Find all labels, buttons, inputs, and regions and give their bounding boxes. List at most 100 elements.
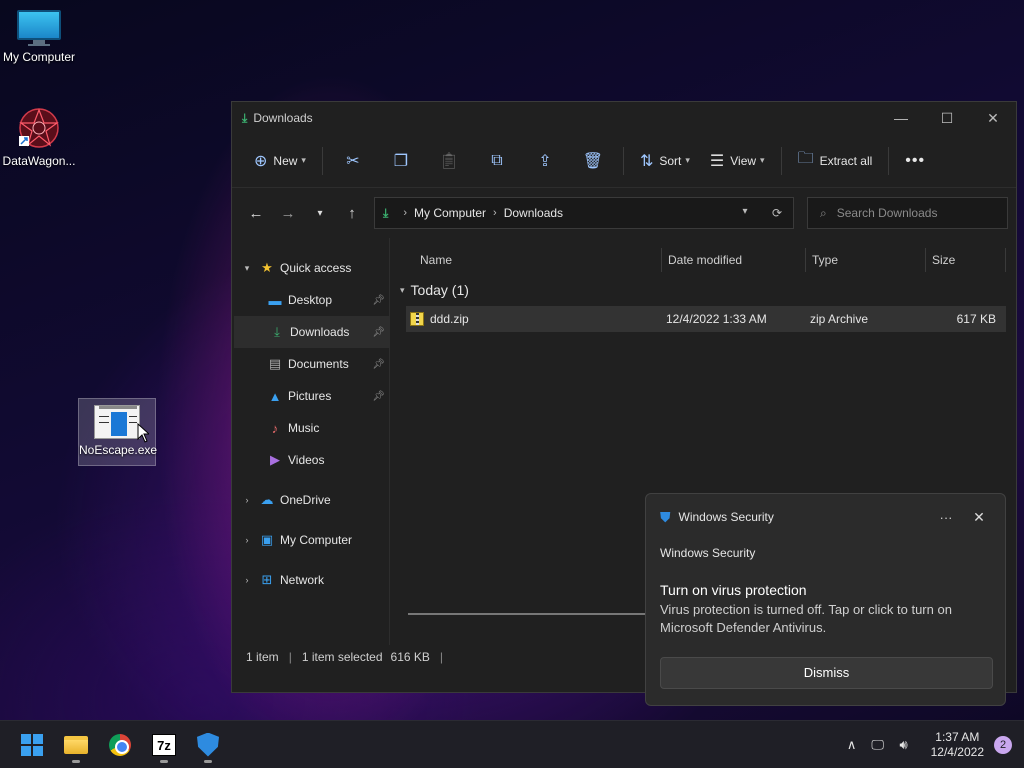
extract-folder-icon: 🗀 [797,150,814,167]
desktop-folder-icon: ▬ [268,292,282,308]
extract-all-button[interactable]: 🗀 Extract all [788,144,883,178]
chevron-up-icon[interactable]: ∧ [839,737,865,753]
address-bar[interactable]: ⤓ › My Computer › Downloads ▾ ⟳ [374,197,794,229]
nav-label: Documents [288,357,349,371]
minimize-button[interactable]: — [878,110,924,127]
chrome-icon [109,733,131,756]
clock-time: 1:37 AM [935,729,980,744]
network-icon[interactable]: 🖵︎ [865,737,891,753]
file-name: ddd.zip [430,312,469,326]
sort-button[interactable]: ⇅ Sort ▾ [630,144,700,178]
column-header-date[interactable]: Date modified [662,248,806,272]
copy-icon: ❐ [393,152,409,170]
nav-network[interactable]: › ⊞ Network [232,564,389,596]
nav-label: OneDrive [280,493,331,507]
shield-icon: ⛊ [660,508,671,525]
nav-label: My Computer [280,533,353,547]
up-button[interactable]: ↑ [336,205,368,222]
chevron-down-icon: ▾ [301,155,306,165]
close-button[interactable]: ✕ [970,110,1016,127]
windows-security-notification[interactable]: ⛊ Windows Security ··· ✕ Windows Securit… [645,493,1006,706]
mouse-cursor-icon [137,422,151,446]
column-header-size[interactable]: Size [926,248,1006,272]
search-input[interactable]: ⌕ Search Downloads [807,197,1008,229]
toast-more-button[interactable]: ··· [931,510,961,525]
chevron-down-icon: ▾ [685,155,690,165]
nav-music[interactable]: ♪ Music [232,412,389,444]
pin-icon: 📌︎ [372,390,385,402]
group-label: Today (1) [410,282,469,298]
chevron-right-icon[interactable]: › [236,535,258,545]
navigation-pane: ▾ ★ Quick access ▬ Desktop 📌︎ ⤓ Download… [232,238,390,645]
dismiss-button[interactable]: Dismiss [660,657,993,689]
view-button[interactable]: ☰ View ▾ [700,144,775,178]
star-icon: ★ [261,260,273,275]
nav-label: Music [288,421,320,435]
chevron-down-icon[interactable]: ▾ [236,263,258,274]
clock-date: 12/4/2022 [930,744,984,759]
paste-button[interactable]: 📋︎ [425,144,473,178]
group-header-today[interactable]: ▾ Today (1) [390,278,1016,302]
taskbar-chrome[interactable] [98,725,142,765]
new-button[interactable]: ⊕ New ▾ [244,144,316,178]
nav-label: Pictures [288,389,332,403]
desktop-icon-label: My Computer [2,50,76,64]
search-icon: ⌕ [820,205,827,220]
nav-pictures[interactable]: ▲ Pictures 📌︎ [232,380,389,412]
view-list-icon: ☰ [709,152,725,170]
back-button[interactable]: ← [240,205,272,222]
nav-downloads[interactable]: ⤓ Downloads 📌︎ [234,316,389,348]
nav-videos[interactable]: ▶ Videos [232,444,389,476]
start-button[interactable] [10,725,54,765]
executable-icon [94,405,140,439]
nav-quick-access[interactable]: ▾ ★ Quick access [232,252,389,284]
desktop-icon-my-computer[interactable]: My Computer [0,10,78,64]
copy-button[interactable]: ❐ [377,144,425,178]
address-dropdown-button[interactable]: ▾ [729,206,761,220]
delete-button[interactable]: 🗑︎ [569,144,617,178]
nav-onedrive[interactable]: › ☁ OneDrive [232,484,389,516]
chevron-down-icon: ▾ [760,155,765,165]
taskbar: 7z ∧ 🖵︎ 🔊︎ 1:37 AM 12/4/2022 2 [0,720,1024,768]
breadcrumb-downloads[interactable]: Downloads [504,206,563,220]
recent-locations-button[interactable]: ▾ [304,208,336,219]
more-options-button[interactable]: ••• [895,144,935,178]
pin-icon: 📌︎ [372,326,385,338]
maximize-button[interactable]: ☐ [924,110,970,127]
monitor-icon [17,10,61,46]
chevron-right-icon[interactable]: › [236,495,258,505]
title-bar[interactable]: ⤓ Downloads — ☐ ✕ [232,102,1016,134]
network-icon: ⊞ [261,572,273,587]
refresh-button[interactable]: ⟳ [761,206,793,220]
volume-icon[interactable]: 🔊︎ [891,737,917,753]
toast-close-button[interactable]: ✕ [967,509,991,526]
clock[interactable]: 1:37 AM 12/4/2022 [931,730,984,760]
nav-my-computer[interactable]: › ▣ My Computer [232,524,389,556]
nav-documents[interactable]: ▤ Documents 📌︎ [232,348,389,380]
cut-button[interactable]: ✂ [329,144,377,178]
pictures-icon: ▲ [268,388,282,404]
forward-button[interactable]: → [272,205,304,222]
music-icon: ♪ [271,420,279,436]
nav-desktop[interactable]: ▬ Desktop 📌︎ [232,284,389,316]
taskbar-file-explorer[interactable] [54,725,98,765]
chevron-right-icon[interactable]: › [236,575,258,585]
rename-button[interactable]: ⧉ [473,144,521,178]
file-date: 12/4/2022 1:33 AM [666,312,767,326]
datawagon-icon [17,106,61,150]
share-button[interactable]: ⇪ [521,144,569,178]
toast-title: Turn on virus protection [660,582,807,598]
file-size: 617 KB [956,312,996,326]
address-row: ← → ▾ ↑ ⤓ › My Computer › Downloads ▾ ⟳ … [232,188,1016,238]
zip-file-icon [410,312,424,326]
column-header-type[interactable]: Type [806,248,926,272]
horizontal-scrollbar[interactable] [408,613,648,615]
taskbar-windows-security[interactable] [186,725,230,765]
nav-label: Videos [288,453,325,467]
notification-badge[interactable]: 2 [994,735,1012,754]
breadcrumb-my-computer[interactable]: My Computer [414,206,486,220]
column-header-name[interactable]: Name [390,248,662,272]
file-row[interactable]: ddd.zip 12/4/2022 1:33 AM zip Archive 61… [406,306,1006,332]
taskbar-7zip[interactable]: 7z [142,725,186,765]
desktop-icon-datawagon[interactable]: DataWagon... [0,106,78,168]
